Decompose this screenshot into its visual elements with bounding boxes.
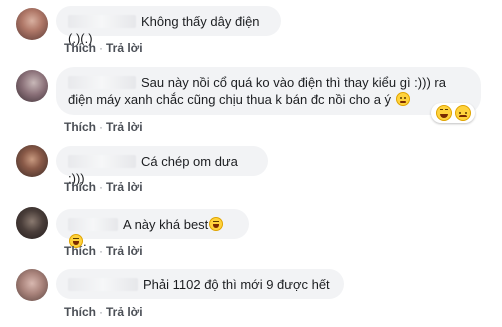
comment-actions: Thích · Trả lời [64,180,143,194]
comment-actions: Thích · Trả lời [64,305,143,319]
comment-text-line-2: điện máy xanh chắc cũng chịu thua k bán … [68,92,392,107]
commenter-name[interactable] [68,278,138,291]
comment-actions: Thích · Trả lời [64,120,143,134]
sweat-smile-icon [395,92,410,106]
laughing-icon [436,105,452,121]
reaction-badge[interactable] [431,103,475,123]
comment-text: A này khá best [123,217,209,232]
commenter-name[interactable] [68,155,136,168]
reply-link[interactable]: Trả lời [106,305,143,319]
comment-text: Phải 1102 độ thì mới 9 được hết [143,277,330,292]
like-link[interactable]: Thích [64,180,96,194]
separator: · [99,305,103,319]
avatar[interactable] [16,8,48,40]
like-link[interactable]: Thích [64,305,96,319]
comment-actions: Thích · Trả lời [64,41,143,55]
commenter-name[interactable] [68,218,118,231]
avatar[interactable] [16,207,48,239]
avatar[interactable] [16,70,48,102]
crying-icon [455,105,471,121]
comment-bubble: Không thấy dây điện (.)(.) [56,6,281,46]
comment-text-line-1: Sau này nồi cổ quá ko vào điện thì thay … [141,75,446,90]
separator: · [99,180,103,194]
comment-bubble: A này khá best. [56,209,249,249]
commenter-name[interactable] [68,76,136,89]
comment-bubble: Phải 1102 độ thì mới 9 được hết [56,269,344,299]
avatar[interactable] [16,269,48,301]
reply-link[interactable]: Trả lời [106,244,143,258]
comment-bubble: Cá chép om dưa :))) [56,146,268,186]
reply-link[interactable]: Trả lời [106,41,143,55]
separator: · [99,41,103,55]
avatar[interactable] [16,145,48,177]
like-link[interactable]: Thích [64,244,96,258]
comment-actions: Thích · Trả lời [64,244,143,258]
reply-link[interactable]: Trả lời [106,180,143,194]
comment-bubble: Sau này nồi cổ quá ko vào điện thì thay … [56,67,481,123]
like-link[interactable]: Thích [64,120,96,134]
reply-link[interactable]: Trả lời [106,120,143,134]
separator: · [99,120,103,134]
like-link[interactable]: Thích [64,41,96,55]
laughing-icon [209,217,224,231]
commenter-name[interactable] [68,15,136,28]
separator: · [99,244,103,258]
